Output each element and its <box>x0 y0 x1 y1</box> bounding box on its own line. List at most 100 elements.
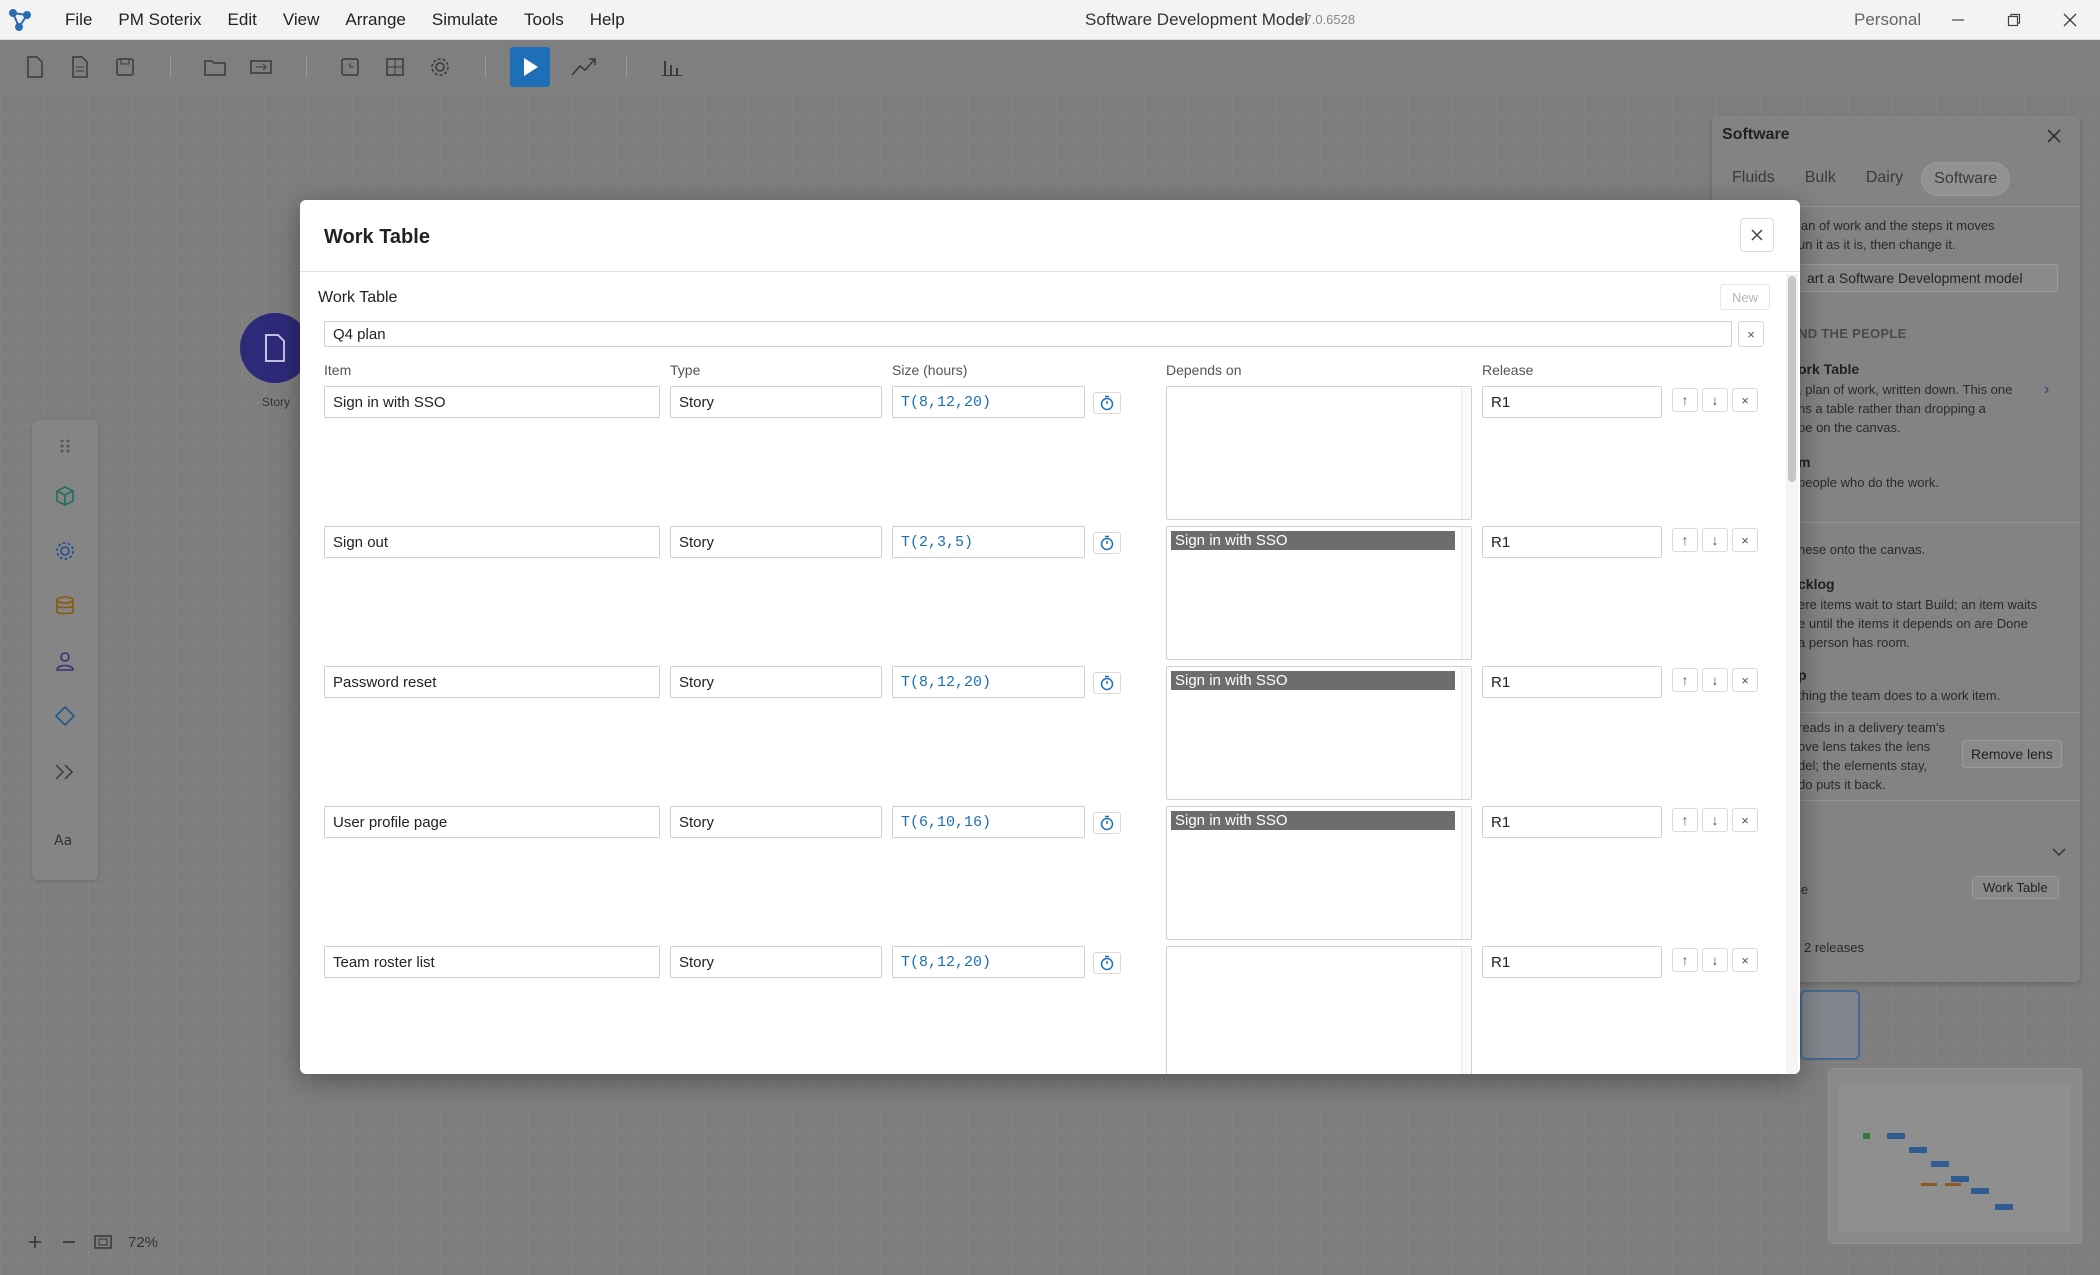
item-size-input[interactable] <box>892 386 1085 418</box>
drag-handle-icon[interactable] <box>49 430 81 462</box>
depends-on-list[interactable]: Sign in with SSO <box>1166 526 1472 660</box>
list-scrollbar[interactable] <box>1461 527 1471 659</box>
item-name-input[interactable] <box>324 666 660 698</box>
clock-icon[interactable] <box>334 51 366 83</box>
chevron-right-icon[interactable]: › <box>2044 381 2049 399</box>
chevron-down-icon[interactable] <box>2052 842 2066 862</box>
decision-diamond-icon[interactable] <box>49 700 81 732</box>
menu-simulate[interactable]: Simulate <box>419 0 511 40</box>
item-size-input[interactable] <box>892 946 1085 978</box>
dependency-option-selected[interactable]: Sign in with SSO <box>1171 531 1455 550</box>
menu-pm-soterix[interactable]: PM Soterix <box>105 0 214 40</box>
menu-help[interactable]: Help <box>577 0 638 40</box>
move-up-button[interactable]: ↑ <box>1672 668 1698 692</box>
import-icon[interactable] <box>245 51 277 83</box>
folder-icon[interactable] <box>199 51 231 83</box>
new-file-icon[interactable] <box>19 51 51 83</box>
timer-icon[interactable] <box>1093 952 1121 974</box>
start-model-button[interactable]: art a Software Development model <box>1798 264 2058 292</box>
move-up-button[interactable]: ↑ <box>1672 948 1698 972</box>
cube-icon[interactable] <box>49 480 81 512</box>
list-scrollbar[interactable] <box>1461 807 1471 939</box>
run-simulation-button[interactable] <box>510 47 550 87</box>
item-size-input[interactable] <box>892 666 1085 698</box>
move-up-button[interactable]: ↑ <box>1672 388 1698 412</box>
item-type-field[interactable] <box>670 946 882 978</box>
close-window-button[interactable] <box>2042 0 2098 40</box>
delete-row-button[interactable]: × <box>1732 528 1758 552</box>
restore-button[interactable] <box>1986 0 2042 40</box>
item-name-input[interactable] <box>324 946 660 978</box>
dependency-option-selected[interactable]: Sign in with SSO <box>1171 671 1455 690</box>
release-input[interactable] <box>1482 806 1662 838</box>
person-icon[interactable] <box>49 645 81 677</box>
release-input[interactable] <box>1482 526 1662 558</box>
settings-gear-icon[interactable] <box>424 51 456 83</box>
depends-on-list[interactable]: Sign in with SSO <box>1166 666 1472 800</box>
item-type-field[interactable] <box>670 806 882 838</box>
trend-chart-icon[interactable] <box>568 51 600 83</box>
tab-bulk[interactable]: Bulk <box>1793 162 1848 196</box>
menu-edit[interactable]: Edit <box>215 0 270 40</box>
bar-chart-icon[interactable] <box>656 51 688 83</box>
menu-arrange[interactable]: Arrange <box>332 0 418 40</box>
database-icon[interactable] <box>49 590 81 622</box>
timer-icon[interactable] <box>1093 392 1121 414</box>
dialog-close-button[interactable] <box>1740 218 1774 252</box>
depends-on-list[interactable] <box>1166 946 1472 1074</box>
workspace-label[interactable]: Personal <box>1854 0 1921 40</box>
release-input[interactable] <box>1482 666 1662 698</box>
scrollbar-thumb[interactable] <box>1788 276 1796 482</box>
zoom-out-button[interactable] <box>52 1228 86 1256</box>
panel-close-icon[interactable] <box>2042 124 2066 148</box>
release-input[interactable] <box>1482 946 1662 978</box>
release-input[interactable] <box>1482 386 1662 418</box>
list-scrollbar[interactable] <box>1461 667 1471 799</box>
backlog-heading[interactable]: cklog <box>1798 576 1835 592</box>
move-down-button[interactable]: ↓ <box>1702 808 1728 832</box>
depends-on-list[interactable]: Sign in with SSO <box>1166 806 1472 940</box>
remove-lens-button[interactable]: Remove lens <box>1962 740 2062 768</box>
minimap[interactable] <box>1828 1068 2082 1244</box>
list-scrollbar[interactable] <box>1461 387 1471 519</box>
move-down-button[interactable]: ↓ <box>1702 668 1728 692</box>
delete-row-button[interactable]: × <box>1732 948 1758 972</box>
plan-name-input[interactable] <box>324 321 1732 347</box>
menu-file[interactable]: File <box>52 0 105 40</box>
move-down-button[interactable]: ↓ <box>1702 528 1728 552</box>
delete-row-button[interactable]: × <box>1732 668 1758 692</box>
tab-fluids[interactable]: Fluids <box>1720 162 1787 196</box>
minimize-button[interactable] <box>1930 0 1986 40</box>
new-work-table-button[interactable]: New <box>1720 284 1770 310</box>
clear-plan-name-button[interactable]: × <box>1738 321 1764 347</box>
menu-view[interactable]: View <box>270 0 333 40</box>
item-type-field[interactable] <box>670 386 882 418</box>
item-type-field[interactable] <box>670 666 882 698</box>
delete-row-button[interactable]: × <box>1732 808 1758 832</box>
gear-icon[interactable] <box>49 535 81 567</box>
item-type-field[interactable] <box>670 526 882 558</box>
move-up-button[interactable]: ↑ <box>1672 808 1698 832</box>
expand-chevrons-icon[interactable] <box>49 756 81 788</box>
timer-icon[interactable] <box>1093 532 1121 554</box>
list-scrollbar[interactable] <box>1461 947 1471 1074</box>
tab-dairy[interactable]: Dairy <box>1854 162 1915 196</box>
work-table-heading[interactable]: ork Table <box>1798 361 1859 377</box>
fit-to-screen-icon[interactable] <box>86 1228 120 1256</box>
move-down-button[interactable]: ↓ <box>1702 948 1728 972</box>
property-value[interactable]: Work Table <box>1972 876 2059 899</box>
open-document-icon[interactable] <box>64 51 96 83</box>
item-name-input[interactable] <box>324 386 660 418</box>
move-up-button[interactable]: ↑ <box>1672 528 1698 552</box>
zoom-in-button[interactable] <box>18 1228 52 1256</box>
depends-on-list[interactable] <box>1166 386 1472 520</box>
timer-icon[interactable] <box>1093 672 1121 694</box>
grid-icon[interactable] <box>379 51 411 83</box>
item-name-input[interactable] <box>324 526 660 558</box>
dialog-scrollbar[interactable] <box>1786 274 1798 1074</box>
item-size-input[interactable] <box>892 806 1085 838</box>
timer-icon[interactable] <box>1093 812 1121 834</box>
item-size-input[interactable] <box>892 526 1085 558</box>
dependency-option-selected[interactable]: Sign in with SSO <box>1171 811 1455 830</box>
tab-software[interactable]: Software <box>1921 162 2011 196</box>
